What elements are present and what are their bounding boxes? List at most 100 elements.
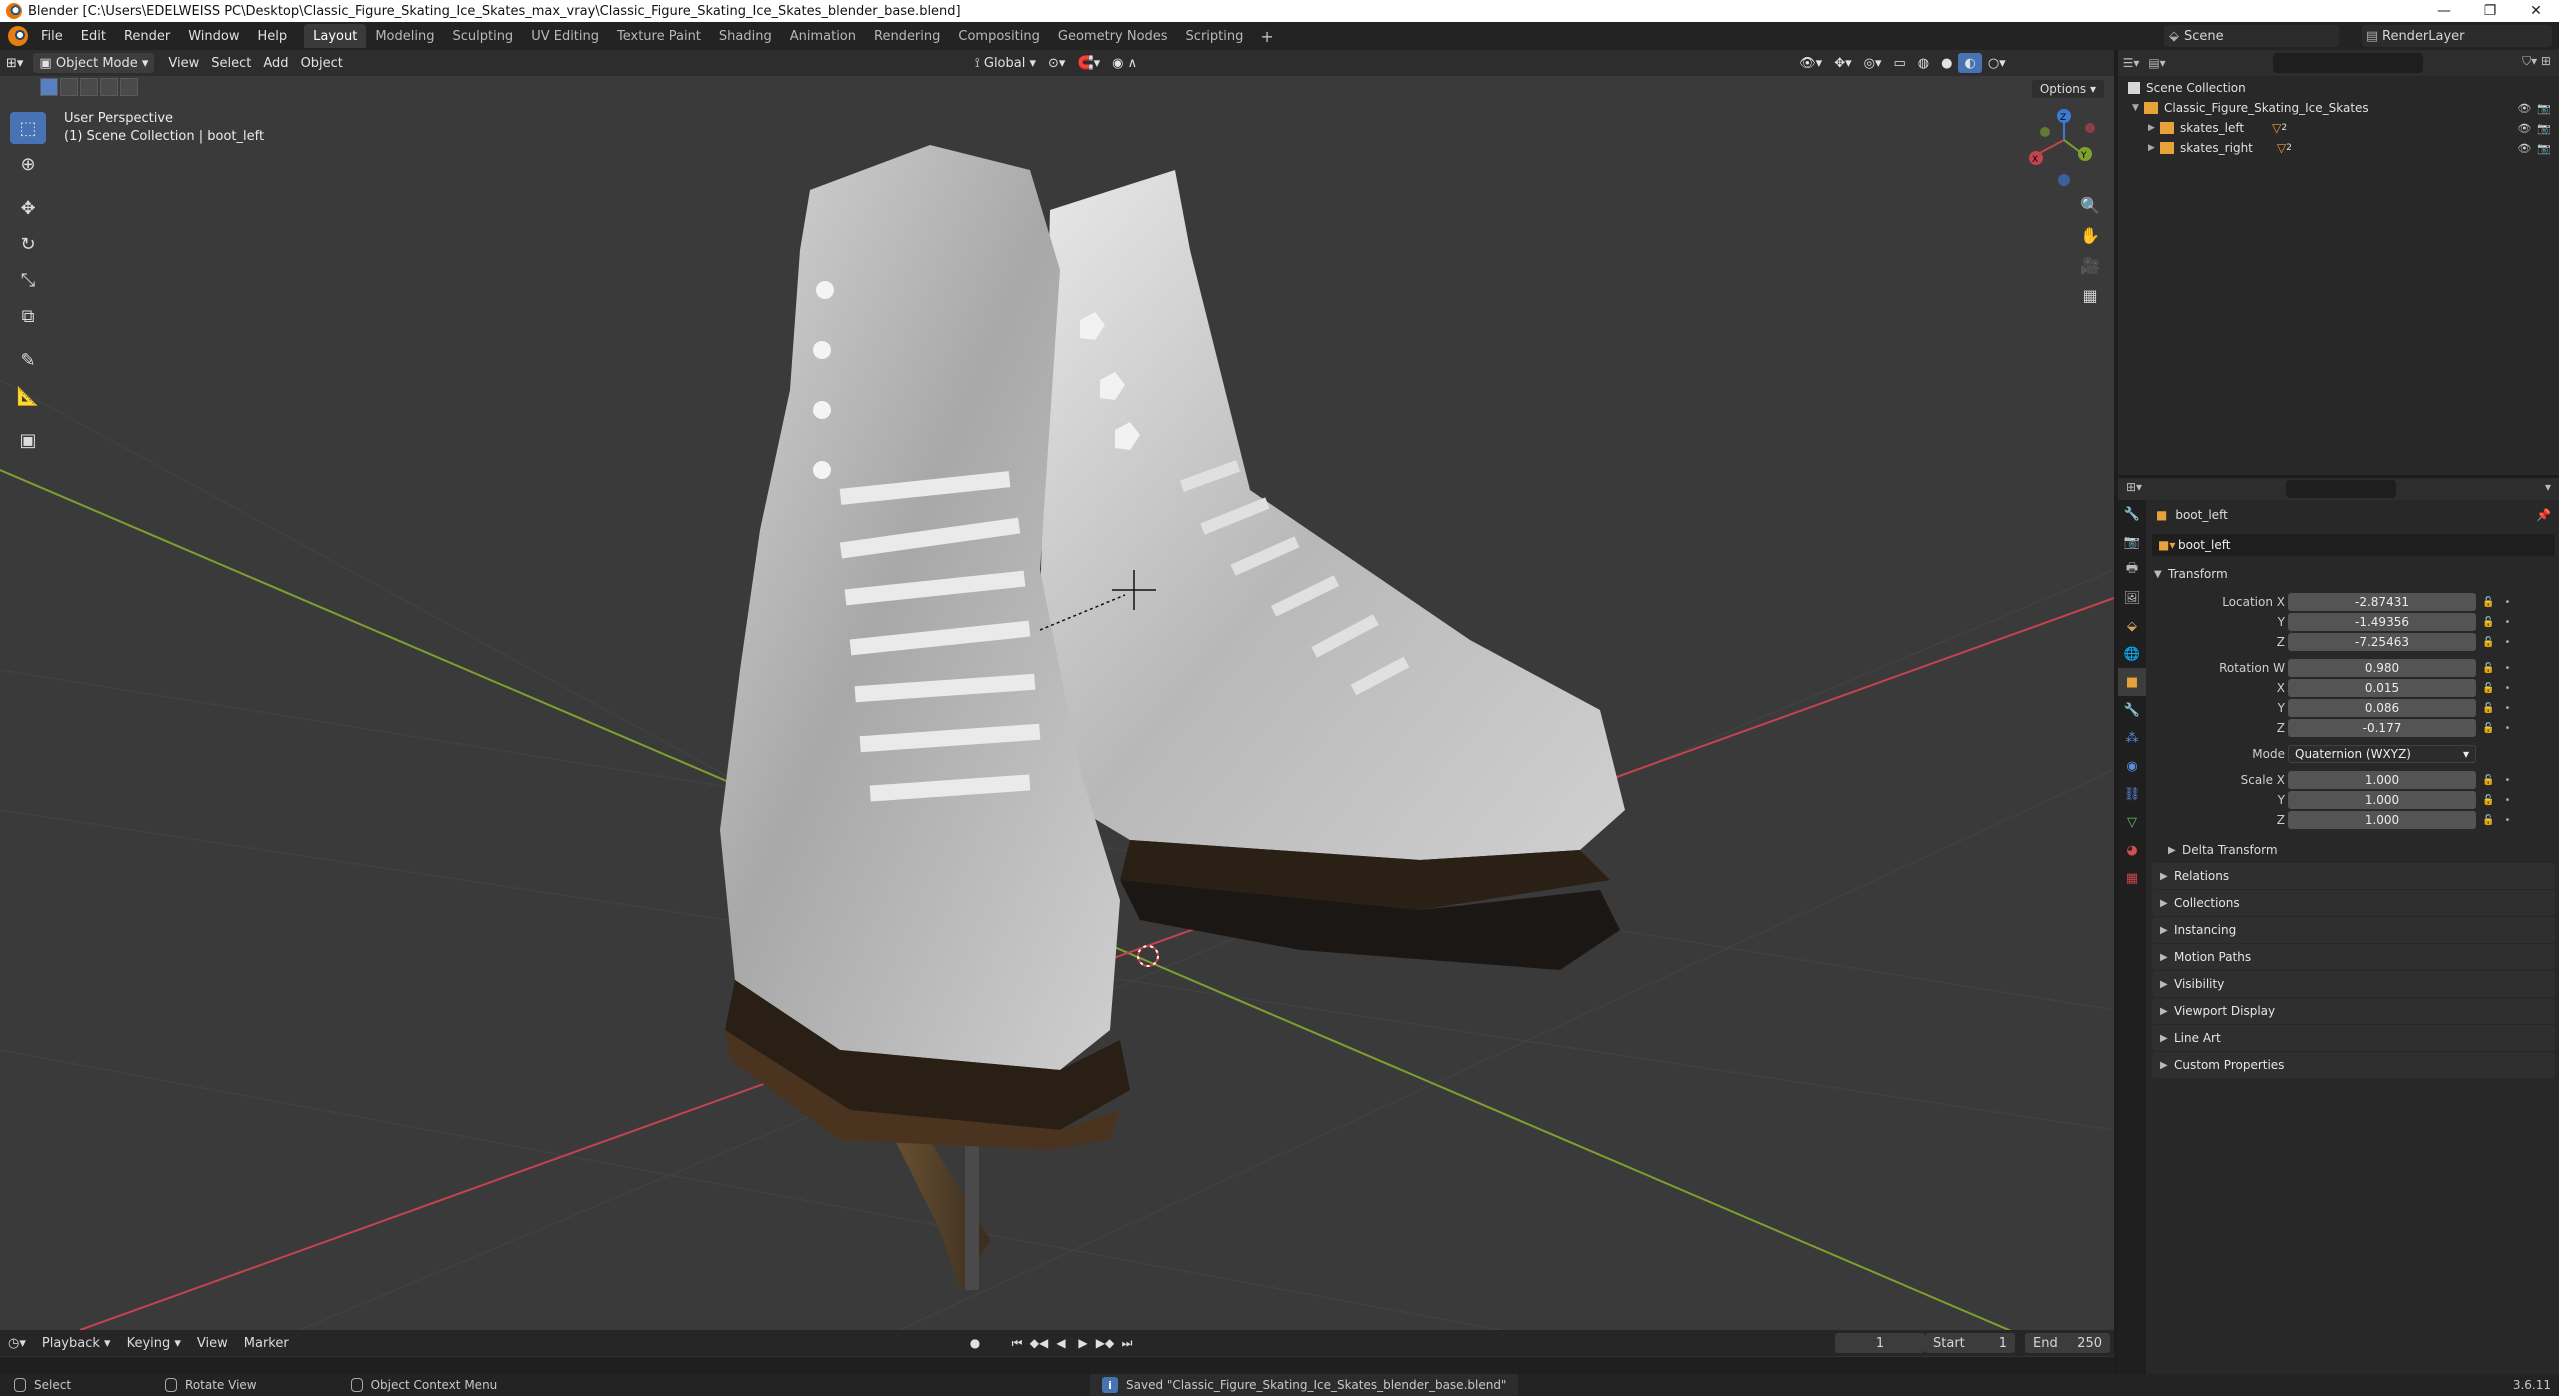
delta-transform-header[interactable]: ▶ Delta Transform [2148,838,2559,862]
viewport-scene[interactable]: Z X Y [0,50,2114,1330]
start-frame-field[interactable]: Start 1 [1925,1333,2015,1353]
shading-solid-icon[interactable]: ● [1935,53,1958,73]
navigation-gizmo[interactable]: Z X Y [2029,109,2095,186]
prev-keyframe-icon[interactable]: ◆◀ [1029,1333,1049,1353]
menu-timeline-view[interactable]: View [189,1336,236,1351]
output-tab-icon[interactable]: 🖶 [2118,556,2146,584]
panel-custom-properties[interactable]: ▶ Custom Properties [2152,1052,2555,1078]
location-y-field[interactable]: -1.49356 [2288,613,2476,631]
jump-end-icon[interactable]: ⏭ [1117,1333,1137,1353]
current-frame-field[interactable]: 1 [1835,1333,1925,1353]
snap-icon[interactable]: 🧲▾ [1071,53,1106,73]
texture-tab-icon[interactable]: ▦ [2118,864,2146,892]
keyframe-dot-icon[interactable]: • [2504,683,2510,694]
xray-toggle-icon[interactable]: ▭ [1888,53,1912,73]
menu-edit[interactable]: Edit [72,22,115,50]
timeline-editor-icon[interactable]: ◷▾ [0,1336,34,1351]
add-cube-icon[interactable]: ▣ [10,424,46,456]
expand-icon[interactable]: ▶ [2148,143,2160,153]
pan-hand-icon[interactable]: ✋ [2075,220,2105,250]
minimize-button[interactable]: — [2421,0,2467,22]
tab-animation[interactable]: Animation [781,24,865,48]
outliner-search-input[interactable] [2273,53,2423,73]
tab-shading[interactable]: Shading [710,24,781,48]
menu-view[interactable]: View [162,53,205,73]
blender-menu-icon[interactable] [8,26,28,46]
panel-viewport-display[interactable]: ▶ Viewport Display [2152,998,2555,1024]
play-icon[interactable]: ▶ [1073,1333,1093,1353]
outliner-item-skates-right[interactable]: ▶ skates_right ▽ 2 👁 📷 [2118,138,2559,158]
view-layer-tab-icon[interactable]: 🖼 [2118,584,2146,612]
location-z-field[interactable]: -7.25463 [2288,633,2476,651]
object-mode-dropdown[interactable]: ▣ Object Mode ▾ [33,53,155,73]
panel-collections[interactable]: ▶ Collections [2152,890,2555,916]
collection-row[interactable]: ▼ Classic_Figure_Skating_Ice_Skates 👁 📷 [2118,98,2559,118]
tab-texture-paint[interactable]: Texture Paint [608,24,710,48]
expand-icon[interactable]: ▼ [2132,103,2144,113]
options-dropdown[interactable]: Options ▾ [2031,80,2104,98]
object-name-field[interactable]: ■▾ boot_left [2152,534,2555,556]
tab-scripting[interactable]: Scripting [1177,24,1253,48]
menu-marker[interactable]: Marker [236,1336,297,1351]
render-tab-icon[interactable]: 📷 [2118,528,2146,556]
tool-tab-icon[interactable]: 🔧 [2118,500,2146,528]
menu-render[interactable]: Render [115,22,179,50]
panel-instancing[interactable]: ▶ Instancing [2152,917,2555,943]
rotation-z-field[interactable]: -0.177 [2288,719,2476,737]
lock-icon[interactable]: 🔓 [2482,775,2494,786]
timeline-ruler[interactable] [0,1356,2114,1374]
scale-icon[interactable]: ⤡ [10,264,46,296]
keyframe-dot-icon[interactable]: • [2504,663,2510,674]
scene-tab-icon[interactable]: ⬙ [2118,612,2146,640]
move-icon[interactable]: ✥ [10,192,46,224]
shading-material-icon[interactable]: ◐ [1958,53,1982,73]
select-box-icon[interactable]: ⬚ [10,112,46,144]
rotation-y-field[interactable]: 0.086 [2288,699,2476,717]
tab-compositing[interactable]: Compositing [949,24,1049,48]
lock-icon[interactable]: 🔓 [2482,815,2494,826]
tab-sculpting[interactable]: Sculpting [443,24,522,48]
zoom-icon[interactable]: 🔍 [2075,190,2105,220]
maximize-button[interactable]: ❐ [2467,0,2513,22]
close-button[interactable]: ✕ [2513,0,2559,22]
scale-z-field[interactable]: 1.000 [2288,811,2476,829]
menu-object[interactable]: Object [295,53,349,73]
eye-icon[interactable]: 👁 [2517,142,2531,155]
transform-panel-header[interactable]: ▼ Transform [2148,562,2559,586]
keyframe-dot-icon[interactable]: • [2504,795,2510,806]
keyframe-dot-icon[interactable]: • [2504,617,2510,628]
keyframe-dot-icon[interactable]: • [2504,703,2510,714]
display-mode-icon[interactable]: ▤▾ [2144,56,2170,70]
particles-tab-icon[interactable]: ⁂ [2118,724,2146,752]
tab-geometry-nodes[interactable]: Geometry Nodes [1049,24,1177,48]
gizmo-toggle-icon[interactable]: ✥▾ [1828,53,1857,73]
lock-icon[interactable]: 🔓 [2482,597,2494,608]
keyframe-dot-icon[interactable]: • [2504,775,2510,786]
expand-icon[interactable]: ▶ [2148,123,2160,133]
lock-icon[interactable]: 🔓 [2482,617,2494,628]
select-invert-icon[interactable] [100,78,118,96]
shading-wireframe-icon[interactable]: ◍ [1912,53,1935,73]
properties-search-input[interactable] [2286,480,2396,498]
rotation-x-field[interactable]: 0.015 [2288,679,2476,697]
next-keyframe-icon[interactable]: ▶◆ [1095,1333,1115,1353]
modifier-tab-icon[interactable]: 🔧 [2118,696,2146,724]
shading-rendered-icon[interactable]: ○▾ [1982,53,2012,73]
editor-type-icon[interactable]: ⊞▾ [0,53,29,73]
scale-y-field[interactable]: 1.000 [2288,791,2476,809]
material-tab-icon[interactable]: ◕ [2118,836,2146,864]
menu-select[interactable]: Select [205,53,257,73]
jump-start-icon[interactable]: ⏮ [1007,1333,1027,1353]
menu-playback[interactable]: Playback ▾ [34,1336,119,1351]
view-layer-selector[interactable]: ▤ RenderLayer [2362,25,2552,47]
panel-relations[interactable]: ▶ Relations [2152,863,2555,889]
outliner-item-skates-left[interactable]: ▶ skates_left ▽ 2 👁 📷 [2118,118,2559,138]
tab-modeling[interactable]: Modeling [366,24,443,48]
ortho-grid-icon[interactable]: ▦ [2075,280,2105,310]
camera-icon[interactable]: 📷 [2537,142,2551,155]
keyframe-dot-icon[interactable]: • [2504,637,2510,648]
physics-tab-icon[interactable]: ◉ [2118,752,2146,780]
keyframe-dot-icon[interactable]: • [2504,597,2510,608]
camera-view-icon[interactable]: 🎥 [2075,250,2105,280]
camera-icon[interactable]: 📷 [2537,102,2551,115]
